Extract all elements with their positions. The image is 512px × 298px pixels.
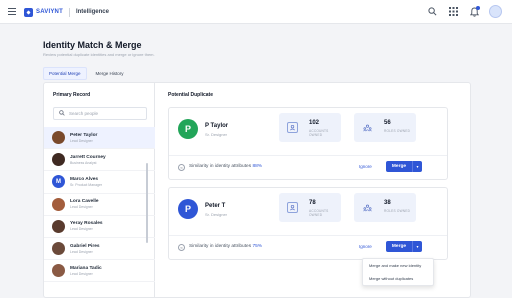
item-role: Lead Designer — [70, 249, 93, 254]
list-item[interactable]: M Marco Alves Sr. Product Manager — [44, 171, 155, 194]
accounts-owned-stat: 78 ACCOUNTS OWNED — [279, 193, 341, 222]
item-name: Peter Taylor — [70, 132, 98, 138]
merge-button-group: Merge ▾ — [386, 161, 422, 172]
search-input[interactable] — [69, 111, 139, 116]
duplicate-name: P Taylor — [205, 123, 229, 129]
merge-button[interactable]: Merge — [386, 241, 413, 252]
apps-grid-icon[interactable] — [447, 6, 459, 18]
page-title: Identity Match & Merge — [43, 40, 142, 50]
duplicate-avatar: P — [178, 199, 198, 219]
similarity-label: Similarity in identity attributes — [189, 164, 252, 169]
page-subtitle: Review potential duplicate identities an… — [43, 52, 155, 57]
chevron-down-icon[interactable]: ▾ — [413, 161, 422, 172]
accounts-owned-value: 78 — [309, 200, 316, 206]
similarity-text: Similarity in identity attributes 88% — [189, 164, 262, 169]
header-actions — [426, 5, 502, 18]
logo-divider — [68, 7, 70, 17]
ignore-button[interactable]: Ignore — [359, 244, 372, 249]
roles-icon — [362, 122, 373, 133]
roles-owned-label: ROLES OWNED — [384, 209, 411, 213]
item-role: Business Analyst — [70, 160, 97, 165]
tabs: Potential Merge Merge History — [43, 67, 130, 80]
roles-icon — [362, 202, 373, 213]
roles-owned-label: ROLES OWNED — [384, 129, 411, 133]
duplicate-name: Peter T — [205, 203, 226, 209]
notification-badge — [476, 5, 480, 10]
primary-record-title: Primary Record — [53, 92, 91, 98]
accounts-owned-value: 102 — [309, 120, 320, 126]
duplicate-role: Sr. Designer — [205, 212, 228, 217]
avatar — [52, 197, 65, 211]
menu-item-merge-new-identity[interactable]: Merge and make new identity — [363, 259, 433, 272]
similarity-label: Similarity in identity attributes — [189, 244, 252, 249]
duplicate-role: Sr. Designer — [205, 132, 228, 137]
item-role: Lead Designer — [70, 205, 93, 210]
similarity-percent: 75% — [252, 244, 263, 249]
list-item[interactable]: Gabriel Pires Lead Designer — [44, 238, 155, 261]
merge-button[interactable]: Merge — [386, 161, 413, 172]
search-box[interactable] — [53, 107, 147, 120]
logo[interactable]: SAVIYNT Intelligence — [24, 6, 109, 18]
merge-button-group: Merge ▾ — [386, 241, 422, 252]
list-item[interactable]: Yeray Rosales Lead Designer — [44, 216, 155, 238]
accounts-icon — [287, 202, 298, 213]
ignore-button[interactable]: Ignore — [359, 164, 372, 169]
user-avatar[interactable] — [489, 5, 502, 18]
search-icon[interactable] — [426, 6, 438, 18]
roles-owned-stat: 56 ROLES OWNED — [354, 113, 416, 142]
list-scrollbar[interactable] — [146, 163, 148, 243]
item-role: Sr. Product Manager — [70, 182, 103, 187]
item-role: Lead Designer — [70, 138, 93, 143]
avatar — [52, 153, 65, 167]
item-name: Mariana Tadic — [70, 265, 102, 271]
similarity-text: Similarity in identity attributes 75% — [189, 244, 262, 249]
duplicate-card: P P Taylor Sr. Designer 102 ACCOUNTS OWN… — [168, 107, 448, 180]
avatar — [52, 131, 65, 145]
tab-potential-merge[interactable]: Potential Merge — [43, 67, 87, 80]
avatar: M — [52, 175, 65, 189]
logo-text: SAVIYNT — [36, 9, 63, 15]
menu-icon[interactable] — [8, 8, 16, 15]
logo-mark-icon — [24, 7, 33, 17]
search-icon — [59, 109, 65, 118]
similarity-icon: ≈ — [178, 164, 185, 171]
item-role: Lead Designer — [70, 227, 93, 232]
notification-icon[interactable] — [468, 5, 480, 18]
roles-owned-value: 38 — [384, 200, 391, 206]
item-role: Lead Designer — [70, 271, 93, 276]
product-name: Intelligence — [75, 9, 109, 15]
chevron-down-icon[interactable]: ▾ — [413, 241, 422, 252]
merge-dropdown-menu: Merge and make new identity Merge withou… — [362, 258, 434, 286]
menu-item-merge-without-duplicates[interactable]: Merge without duplicates — [363, 272, 433, 285]
avatar — [52, 264, 65, 278]
list-item[interactable]: Lora Cavelle Lead Designer — [44, 194, 155, 216]
similarity-icon: ≈ — [178, 244, 185, 251]
accounts-owned-label: ACCOUNTS OWNED — [309, 209, 329, 217]
accounts-icon — [287, 122, 298, 133]
accounts-owned-stat: 102 ACCOUNTS OWNED — [279, 113, 341, 142]
top-bar: SAVIYNT Intelligence — [0, 0, 512, 24]
primary-record-panel: Primary Record Peter TaylorLead Designer… — [44, 83, 155, 298]
list-item[interactable]: Mariana Tadic Lead Designer — [44, 260, 155, 283]
accounts-owned-label: ACCOUNTS OWNED — [309, 129, 329, 137]
tab-merge-history[interactable]: Merge History — [90, 67, 130, 80]
avatar — [52, 242, 65, 256]
duplicate-avatar: P — [178, 119, 198, 139]
similarity-percent: 88% — [252, 164, 263, 169]
item-name: Gabriel Pires — [70, 243, 100, 249]
primary-record-list: Peter Taylor Lead Designer Jarrett Courne… — [44, 127, 155, 283]
roles-owned-stat: 38 ROLES OWNED — [354, 193, 416, 222]
list-item[interactable]: Jarrett Courney Business Analyst — [44, 149, 155, 172]
avatar — [52, 219, 65, 233]
duplicate-card: P Peter T Sr. Designer 78 ACCOUNTS OWNED… — [168, 187, 448, 260]
list-item[interactable]: Peter Taylor Lead Designer — [44, 127, 155, 150]
potential-duplicate-title: Potential Duplicate — [168, 92, 214, 98]
roles-owned-value: 56 — [384, 120, 391, 126]
item-name: Jarrett Courney — [70, 154, 106, 160]
